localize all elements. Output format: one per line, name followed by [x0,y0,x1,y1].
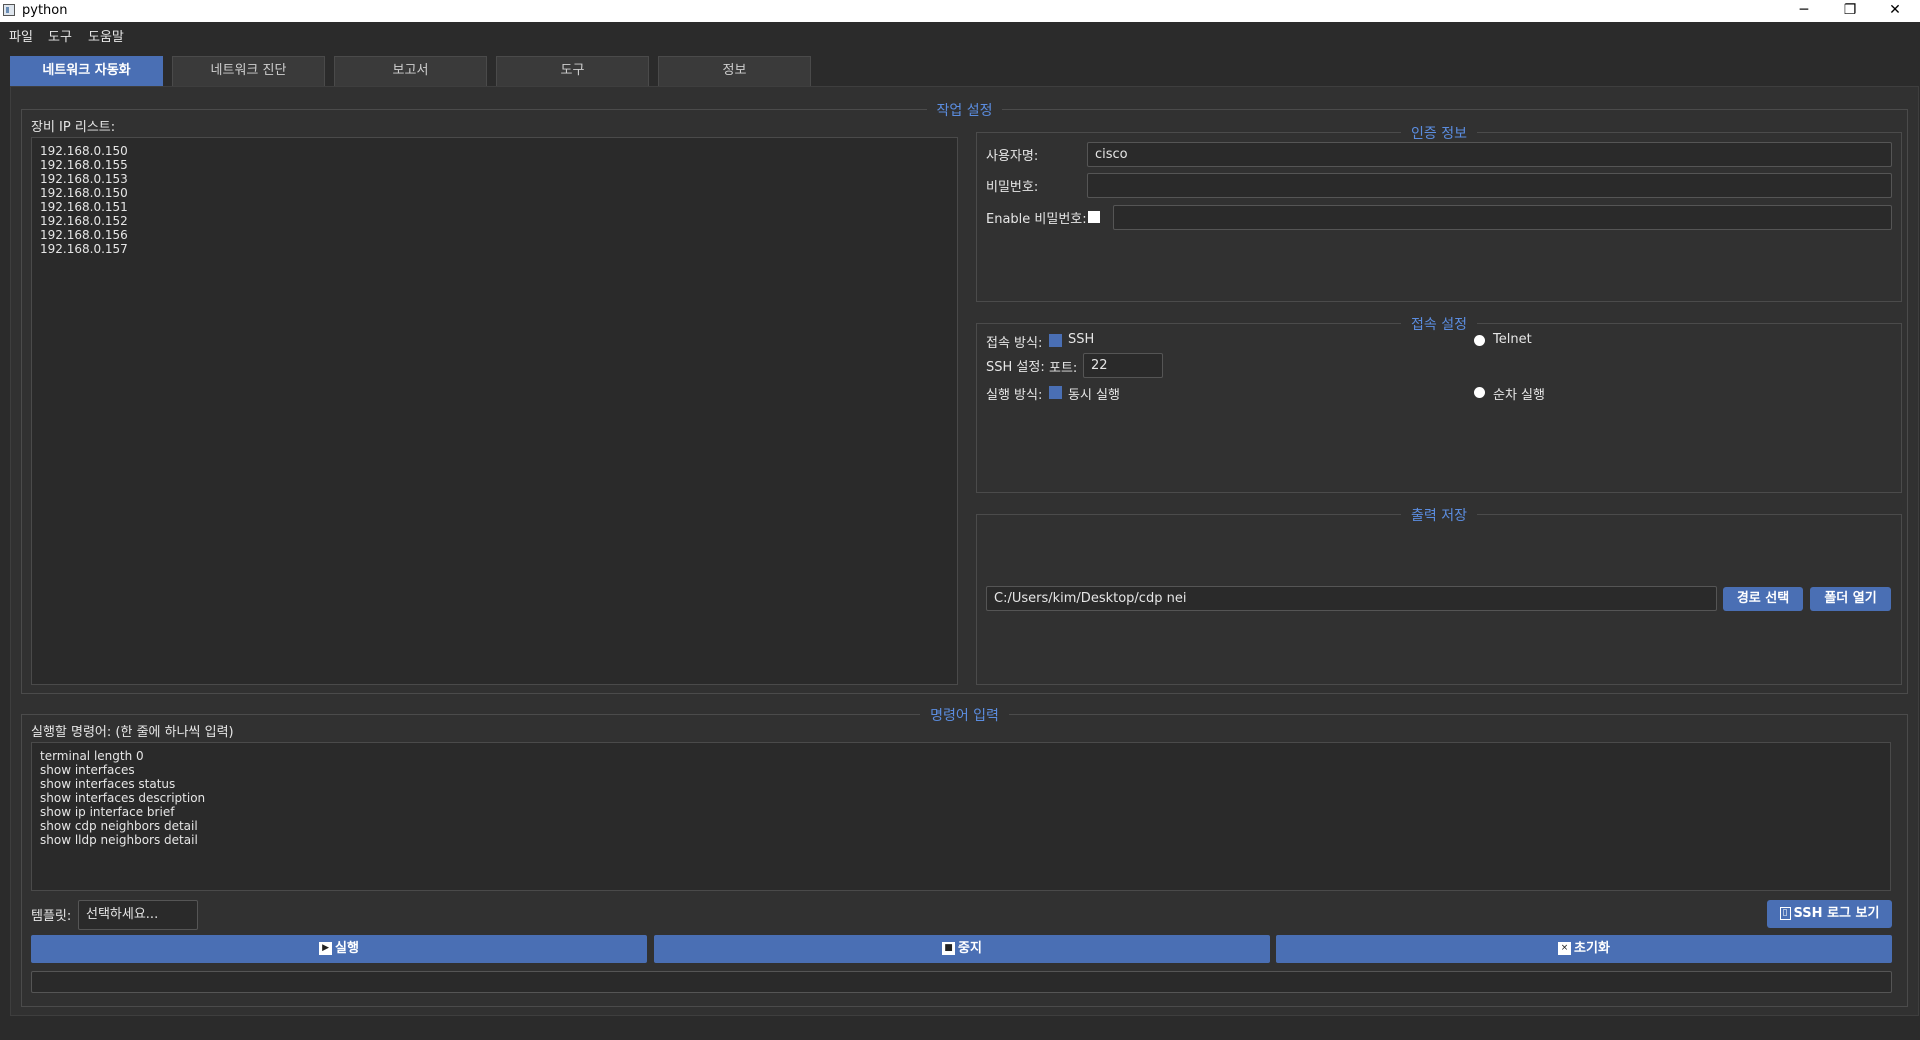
maximize-button[interactable]: ❐ [1830,0,1870,22]
output-path-input[interactable]: C:/Users/kim/Desktop/cdp nei [986,586,1717,611]
menu-file[interactable]: 파일 [9,26,33,45]
auth-title: 인증 정보 [977,123,1901,142]
ssh-settings-label: SSH 설정: [986,360,1045,375]
open-folder-button[interactable]: 폴더 열기 [1810,587,1891,611]
auth-group: 인증 정보 사용자명: cisco 비밀번호: Enable 비밀번호: [976,126,1902,302]
commands-label: 실행할 명령어: (한 줄에 하나씩 입력) [31,725,234,740]
menu-help[interactable]: 도움말 [88,26,124,45]
password-input[interactable] [1087,173,1892,198]
main-pane: 작업 설정 장비 IP 리스트: 192.168.0.150 192.168.0… [10,86,1919,1016]
minimize-button[interactable]: ─ [1784,0,1824,22]
menu-tools[interactable]: 도구 [48,26,72,45]
ssh-log-button[interactable]: ▯ SSH 로그 보기 [1767,900,1892,928]
commands-textarea[interactable]: terminal length 0 show interfaces show i… [31,742,1891,891]
enable-password-input[interactable] [1113,205,1892,230]
task-settings-title: 작업 설정 [22,100,1907,119]
ssh-log-label: SSH 로그 보기 [1793,906,1880,921]
task-settings-group: 작업 설정 장비 IP 리스트: 192.168.0.150 192.168.0… [21,103,1908,694]
run-button[interactable]: ▶ 실행 [31,935,647,963]
enable-password-checkbox[interactable] [1088,211,1100,223]
window-title: python [22,3,68,18]
sequential-radio-label[interactable]: 순차 실행 [1493,384,1545,403]
tab-report[interactable]: 보고서 [334,56,487,86]
concurrent-radio-label[interactable]: 동시 실행 [1068,384,1120,403]
port-label: 포트: [1049,361,1078,376]
stop-label: 중지 [958,941,982,956]
ip-list-textarea[interactable]: 192.168.0.150 192.168.0.155 192.168.0.15… [31,137,958,685]
app-icon [3,4,15,16]
output-title: 출력 저장 [977,505,1901,524]
ssh-radio-label[interactable]: SSH [1068,332,1094,347]
sequential-radio[interactable] [1474,387,1485,398]
username-label: 사용자명: [986,149,1039,164]
connect-method-label: 접속 방식: [986,336,1043,351]
tab-info[interactable]: 정보 [658,56,811,86]
port-input[interactable]: 22 [1083,353,1163,378]
title-bar: python ─ ❐ ✕ [0,0,1920,22]
template-label: 템플릿: [31,909,72,924]
reset-icon: × [1558,942,1572,955]
ip-list-label: 장비 IP 리스트: [31,120,116,135]
menu-bar: 파일 도구 도움말 [0,22,1920,46]
choose-path-button[interactable]: 경로 선택 [1723,587,1803,611]
close-button[interactable]: ✕ [1875,0,1915,22]
reset-button[interactable]: × 초기화 [1276,935,1892,963]
ssh-radio[interactable] [1049,334,1062,347]
reset-label: 초기화 [1574,941,1610,956]
progress-bar [31,971,1892,993]
concurrent-radio[interactable] [1049,386,1062,399]
template-select[interactable]: 선택하세요... [78,900,198,930]
username-input[interactable]: cisco [1087,142,1892,167]
status-bar [0,1020,1920,1040]
exec-method-label: 실행 방식: [986,388,1043,403]
output-group: 출력 저장 C:/Users/kim/Desktop/cdp nei 경로 선택… [976,508,1902,685]
commands-group: 명령어 입력 실행할 명령어: (한 줄에 하나씩 입력) terminal l… [21,708,1908,1007]
telnet-radio-label[interactable]: Telnet [1493,332,1532,347]
connection-group: 접속 설정 접속 방식: SSH Telnet SSH 설정: 포트: 22 실… [976,317,1902,493]
tab-bar: 네트워크 자동화 네트워크 진단 보고서 도구 정보 [0,46,1920,86]
tab-tools[interactable]: 도구 [496,56,649,86]
play-icon: ▶ [319,942,333,955]
enable-password-label: Enable 비밀번호: [986,212,1087,227]
run-label: 실행 [335,941,359,956]
password-label: 비밀번호: [986,180,1039,195]
tab-network-automation[interactable]: 네트워크 자동화 [10,56,163,86]
stop-button[interactable]: ■ 중지 [654,935,1270,963]
telnet-radio[interactable] [1474,335,1485,346]
connection-title: 접속 설정 [977,314,1901,333]
commands-title: 명령어 입력 [22,705,1907,724]
log-icon: ▯ [1779,907,1791,920]
tab-network-diagnostics[interactable]: 네트워크 진단 [172,56,325,86]
stop-icon: ■ [942,942,956,955]
